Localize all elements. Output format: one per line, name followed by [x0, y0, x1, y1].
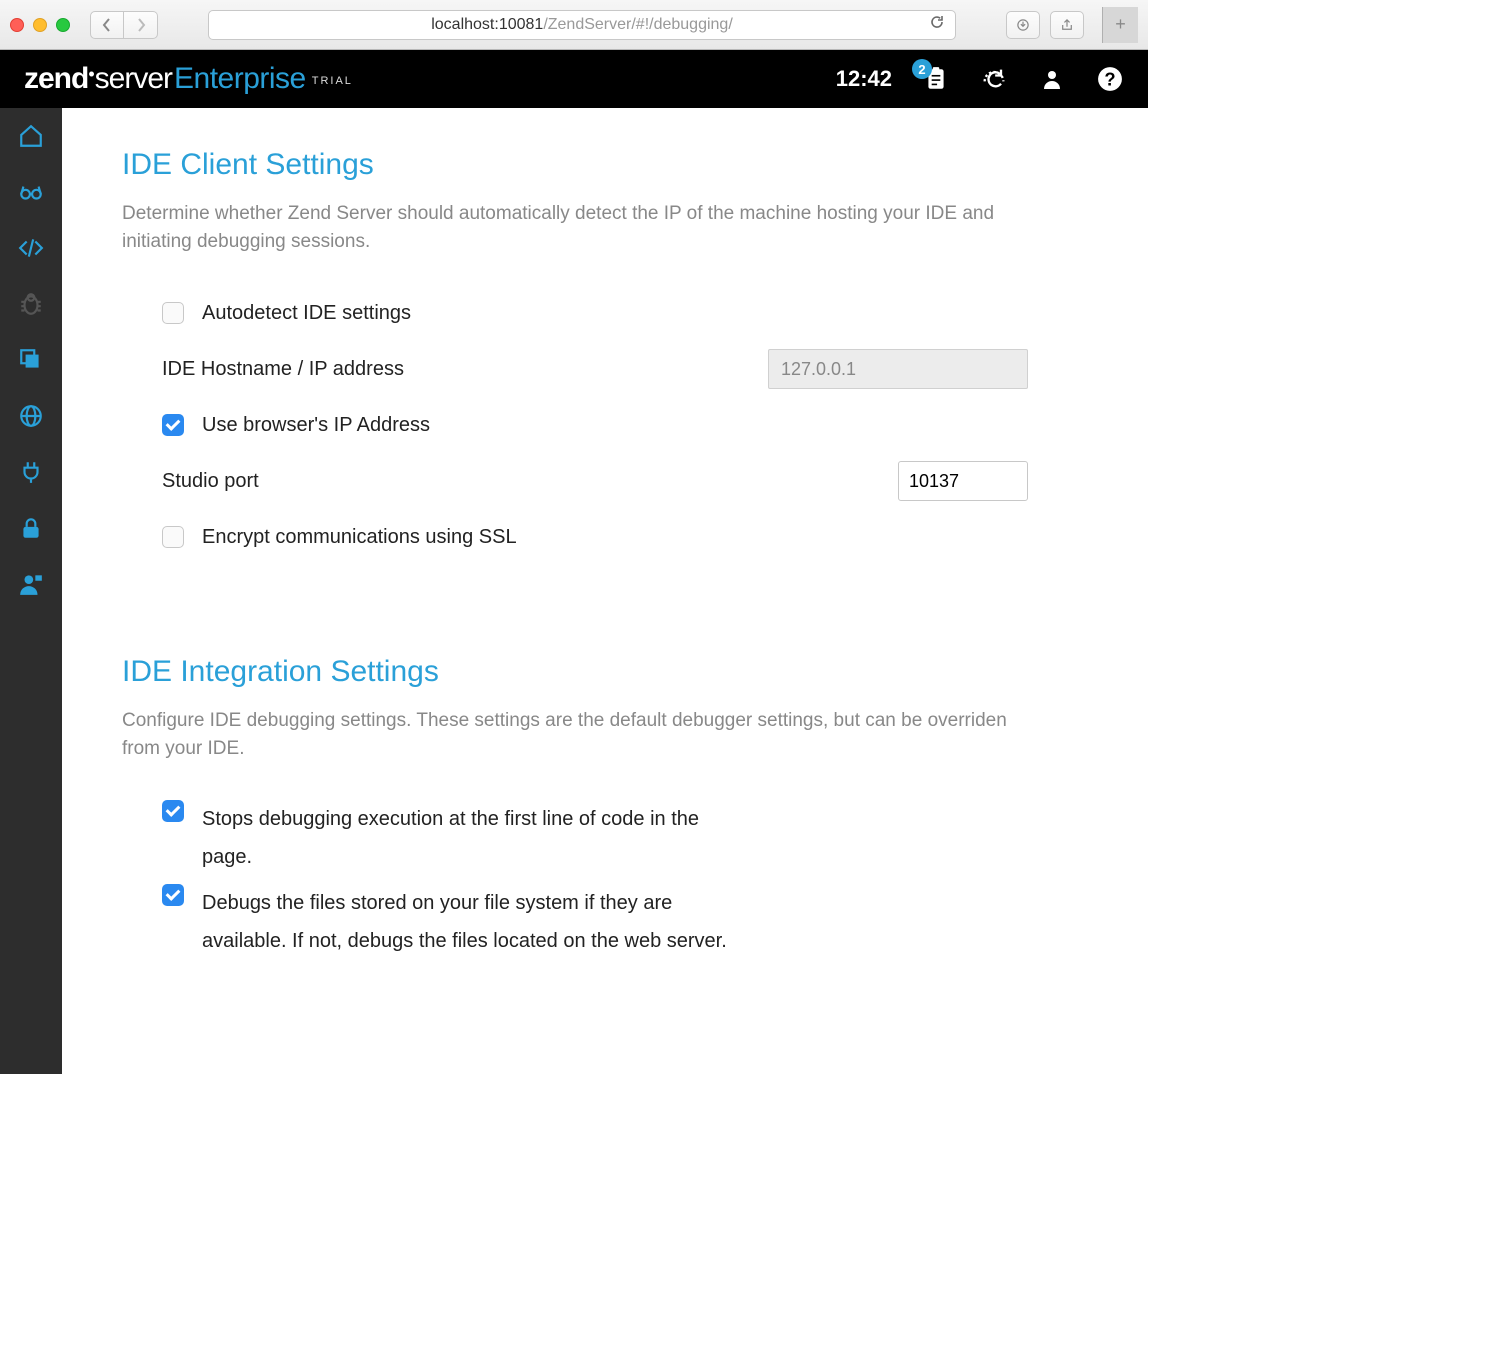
debug-local-files-row: Debugs the files stored on your file sys… [122, 876, 1088, 960]
notifications-button[interactable]: 2 [922, 65, 950, 93]
encrypt-ssl-checkbox[interactable] [162, 526, 184, 548]
reload-icon[interactable] [929, 14, 945, 35]
sidebar-item-code[interactable] [0, 220, 62, 276]
downloads-button[interactable] [1006, 11, 1040, 39]
brand-zend: zend [24, 62, 88, 96]
stop-first-line-row: Stops debugging execution at the first l… [122, 792, 1088, 876]
sidebar-item-security[interactable] [0, 500, 62, 556]
share-button[interactable] [1050, 11, 1084, 39]
maximize-window-button[interactable] [56, 18, 70, 32]
brand-enterprise: Enterprise [174, 62, 306, 96]
hostname-label: IDE Hostname / IP address [162, 358, 404, 381]
user-lock-icon [18, 571, 44, 597]
app-header: zend • server Enterprise TRIAL 12:42 2 ? [0, 50, 1148, 108]
header-right: 12:42 2 ? [836, 65, 1124, 93]
autodetect-label: Autodetect IDE settings [202, 302, 411, 325]
ide-integration-settings-desc: Configure IDE debugging settings. These … [122, 707, 1022, 762]
clock: 12:42 [836, 66, 892, 92]
hostname-input[interactable] [768, 349, 1028, 389]
encrypt-ssl-label: Encrypt communications using SSL [202, 526, 517, 549]
user-icon [1040, 67, 1064, 91]
stop-first-line-checkbox[interactable] [162, 800, 184, 822]
encrypt-row: Encrypt communications using SSL [122, 509, 1088, 565]
globe-icon [18, 403, 44, 429]
browser-right-tools [1006, 11, 1084, 39]
user-menu-button[interactable] [1038, 65, 1066, 93]
glasses-icon [18, 179, 44, 205]
sidebar-item-dashboard[interactable] [0, 108, 62, 164]
stop-first-line-label: Stops debugging execution at the first l… [202, 800, 742, 876]
brand-trial: TRIAL [312, 75, 353, 87]
debug-local-files-label: Debugs the files stored on your file sys… [202, 884, 742, 960]
sidebar-item-overview[interactable] [0, 164, 62, 220]
use-browser-ip-checkbox[interactable] [162, 414, 184, 436]
ide-integration-settings-heading: IDE Integration Settings [122, 655, 1088, 689]
nav-buttons [90, 11, 158, 39]
studio-port-row: Studio port [122, 453, 1088, 509]
sidebar-item-debugging[interactable] [0, 276, 62, 332]
stack-icon [18, 347, 44, 373]
brand-logo: zend • server Enterprise TRIAL [24, 62, 353, 96]
window-controls [10, 18, 70, 32]
minimize-window-button[interactable] [33, 18, 47, 32]
browser-toolbar: localhost:10081/ZendServer/#!/debugging/… [0, 0, 1148, 50]
bug-icon [18, 291, 44, 317]
hostname-row: IDE Hostname / IP address [122, 341, 1088, 397]
sidebar-item-deployment[interactable] [0, 388, 62, 444]
ide-client-settings-desc: Determine whether Zend Server should aut… [122, 200, 1022, 255]
sidebar-item-users[interactable] [0, 556, 62, 612]
home-icon [18, 123, 44, 149]
lock-icon [18, 515, 44, 541]
close-window-button[interactable] [10, 18, 24, 32]
sidebar-item-plugins[interactable] [0, 444, 62, 500]
autodetect-row: Autodetect IDE settings [122, 285, 1088, 341]
back-button[interactable] [90, 11, 124, 39]
new-tab-button[interactable]: + [1102, 7, 1138, 43]
studio-port-label: Studio port [162, 470, 259, 493]
brand-server: server [95, 62, 172, 96]
help-button[interactable]: ? [1096, 65, 1124, 93]
sidebar-item-queue[interactable] [0, 332, 62, 388]
sidebar [0, 108, 62, 1074]
use-browser-ip-label: Use browser's IP Address [202, 414, 430, 437]
notification-badge: 2 [912, 59, 932, 79]
studio-port-input[interactable] [898, 461, 1028, 501]
url-path: /ZendServer/#!/debugging/ [543, 16, 732, 34]
help-icon: ? [1097, 66, 1123, 92]
gauge-refresh-icon [980, 65, 1008, 93]
plug-icon [18, 459, 44, 485]
ide-client-settings-heading: IDE Client Settings [122, 148, 1088, 182]
address-bar[interactable]: localhost:10081/ZendServer/#!/debugging/ [208, 10, 956, 40]
svg-text:?: ? [1104, 69, 1115, 90]
code-icon [18, 235, 44, 261]
debug-local-files-checkbox[interactable] [162, 884, 184, 906]
main-content: IDE Client Settings Determine whether Ze… [62, 108, 1148, 1074]
refresh-button[interactable] [980, 65, 1008, 93]
use-browser-ip-row: Use browser's IP Address [122, 397, 1088, 453]
forward-button[interactable] [124, 11, 158, 39]
url-host: localhost:10081 [431, 16, 543, 34]
autodetect-checkbox[interactable] [162, 302, 184, 324]
